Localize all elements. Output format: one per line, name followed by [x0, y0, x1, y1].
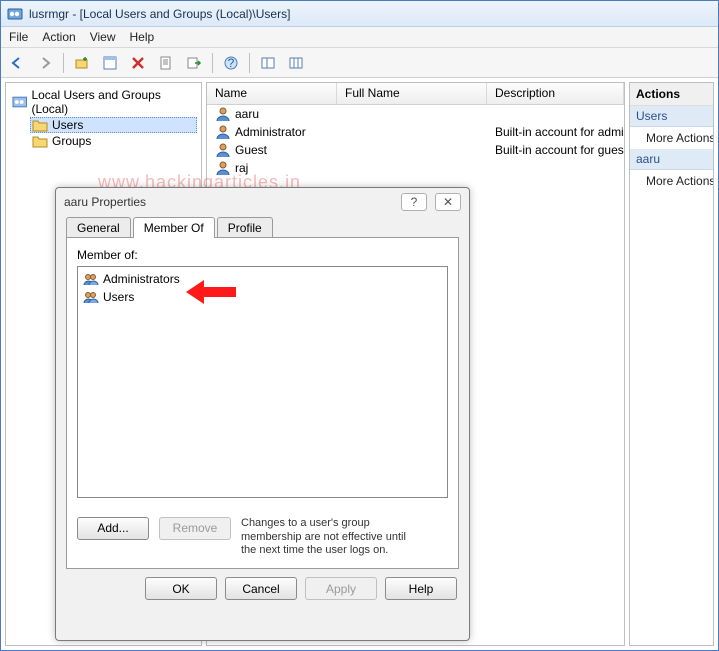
menubar: File Action View Help — [1, 27, 718, 48]
pane-icon — [260, 55, 276, 71]
user-description: Built-in account for guest access to the… — [487, 143, 624, 157]
user-name: aaru — [235, 107, 259, 121]
back-icon — [9, 55, 25, 71]
properties-button[interactable] — [98, 51, 122, 75]
column-description[interactable]: Description — [487, 83, 624, 104]
dialog-help-button[interactable]: ? — [401, 193, 427, 211]
tab-profile[interactable]: Profile — [217, 217, 273, 238]
apply-button[interactable]: Apply — [305, 577, 377, 600]
group-name: Users — [103, 290, 134, 304]
dialog-titlebar: aaru Properties ? ✕ — [56, 188, 469, 216]
folder-plus-icon — [74, 55, 90, 71]
titlebar: lusrmgr - [Local Users and Groups (Local… — [1, 1, 718, 27]
menu-action[interactable]: Action — [42, 30, 75, 44]
column-fullname[interactable]: Full Name — [337, 83, 487, 104]
membership-note: Changes to a user's group membership are… — [241, 517, 416, 558]
menu-help[interactable]: Help — [130, 30, 155, 44]
tab-body: Member of: Administrators Users Add... Re… — [66, 237, 459, 569]
menu-file[interactable]: File — [9, 30, 28, 44]
tab-member-of[interactable]: Member Of — [133, 217, 215, 238]
toolbar: ? — [1, 48, 718, 78]
view-columns-button[interactable] — [284, 51, 308, 75]
list-header: Name Full Name Description — [207, 83, 624, 105]
user-description: Built-in account for administering the c… — [487, 125, 624, 139]
tree-item-users[interactable]: Users — [30, 117, 197, 133]
tab-strip: General Member Of Profile — [56, 217, 469, 238]
user-row[interactable]: raj — [207, 159, 624, 177]
member-list[interactable]: Administrators Users — [77, 266, 448, 498]
toolbar-separator — [249, 53, 250, 73]
add-button[interactable]: Add... — [77, 517, 149, 540]
delete-x-icon — [130, 55, 146, 71]
tree-root[interactable]: Local Users and Groups (Local) — [10, 87, 197, 117]
console-root-icon — [12, 95, 27, 109]
help-button[interactable]: Help — [385, 577, 457, 600]
help-button[interactable]: ? — [219, 51, 243, 75]
help-icon: ? — [223, 55, 239, 71]
window-title: lusrmgr - [Local Users and Groups (Local… — [29, 7, 290, 21]
member-of-label: Member of: — [77, 248, 448, 262]
tree-users-label: Users — [52, 118, 83, 132]
actions-more-1[interactable]: More Actions — [630, 127, 713, 149]
ok-button[interactable]: OK — [145, 577, 217, 600]
folder-icon — [32, 118, 48, 132]
user-icon — [215, 160, 231, 176]
group-icon — [83, 271, 99, 287]
export-icon — [186, 55, 202, 71]
columns-icon — [288, 55, 304, 71]
app-icon — [7, 6, 23, 22]
group-icon — [83, 289, 99, 305]
column-name[interactable]: Name — [207, 83, 337, 104]
page-icon — [158, 55, 174, 71]
dialog-footer: OK Cancel Apply Help — [56, 577, 469, 610]
user-name: raj — [235, 161, 248, 175]
forward-icon — [37, 55, 53, 71]
dialog-close-button[interactable]: ✕ — [435, 193, 461, 211]
menu-view[interactable]: View — [90, 30, 116, 44]
tree-item-groups[interactable]: Groups — [30, 133, 197, 149]
user-row[interactable]: Guest Built-in account for guest access t… — [207, 141, 624, 159]
user-name: Administrator — [235, 125, 306, 139]
question-icon: ? — [411, 195, 418, 209]
user-icon — [215, 142, 231, 158]
tree-root-label: Local Users and Groups (Local) — [31, 88, 195, 116]
dialog-title: aaru Properties — [64, 195, 146, 209]
tree-groups-label: Groups — [52, 134, 91, 148]
tab-general[interactable]: General — [66, 217, 131, 238]
export-button[interactable] — [182, 51, 206, 75]
group-name: Administrators — [103, 272, 180, 286]
user-icon — [215, 124, 231, 140]
toolbar-separator — [212, 53, 213, 73]
back-button[interactable] — [5, 51, 29, 75]
svg-text:?: ? — [228, 56, 235, 70]
user-icon — [215, 106, 231, 122]
delete-button[interactable] — [126, 51, 150, 75]
cancel-button[interactable]: Cancel — [225, 577, 297, 600]
user-row[interactable]: Administrator Built-in account for admini… — [207, 123, 624, 141]
forward-button[interactable] — [33, 51, 57, 75]
user-row[interactable]: aaru — [207, 105, 624, 123]
actions-section-users[interactable]: Users — [630, 106, 713, 127]
view-split-button[interactable] — [256, 51, 280, 75]
folder-icon — [32, 134, 48, 148]
group-item[interactable]: Administrators — [81, 270, 444, 288]
actions-pane: Actions Users More Actions aaru More Act… — [629, 82, 714, 646]
group-item[interactable]: Users — [81, 288, 444, 306]
new-button[interactable] — [70, 51, 94, 75]
actions-more-2[interactable]: More Actions — [630, 170, 713, 192]
toolbar-separator — [63, 53, 64, 73]
actions-section-aaru[interactable]: aaru — [630, 149, 713, 170]
actions-header: Actions — [630, 83, 713, 106]
properties-dialog: aaru Properties ? ✕ General Member Of Pr… — [55, 187, 470, 641]
window-icon — [102, 55, 118, 71]
close-icon: ✕ — [443, 195, 453, 209]
refresh-button[interactable] — [154, 51, 178, 75]
user-name: Guest — [235, 143, 267, 157]
remove-button[interactable]: Remove — [159, 517, 231, 540]
